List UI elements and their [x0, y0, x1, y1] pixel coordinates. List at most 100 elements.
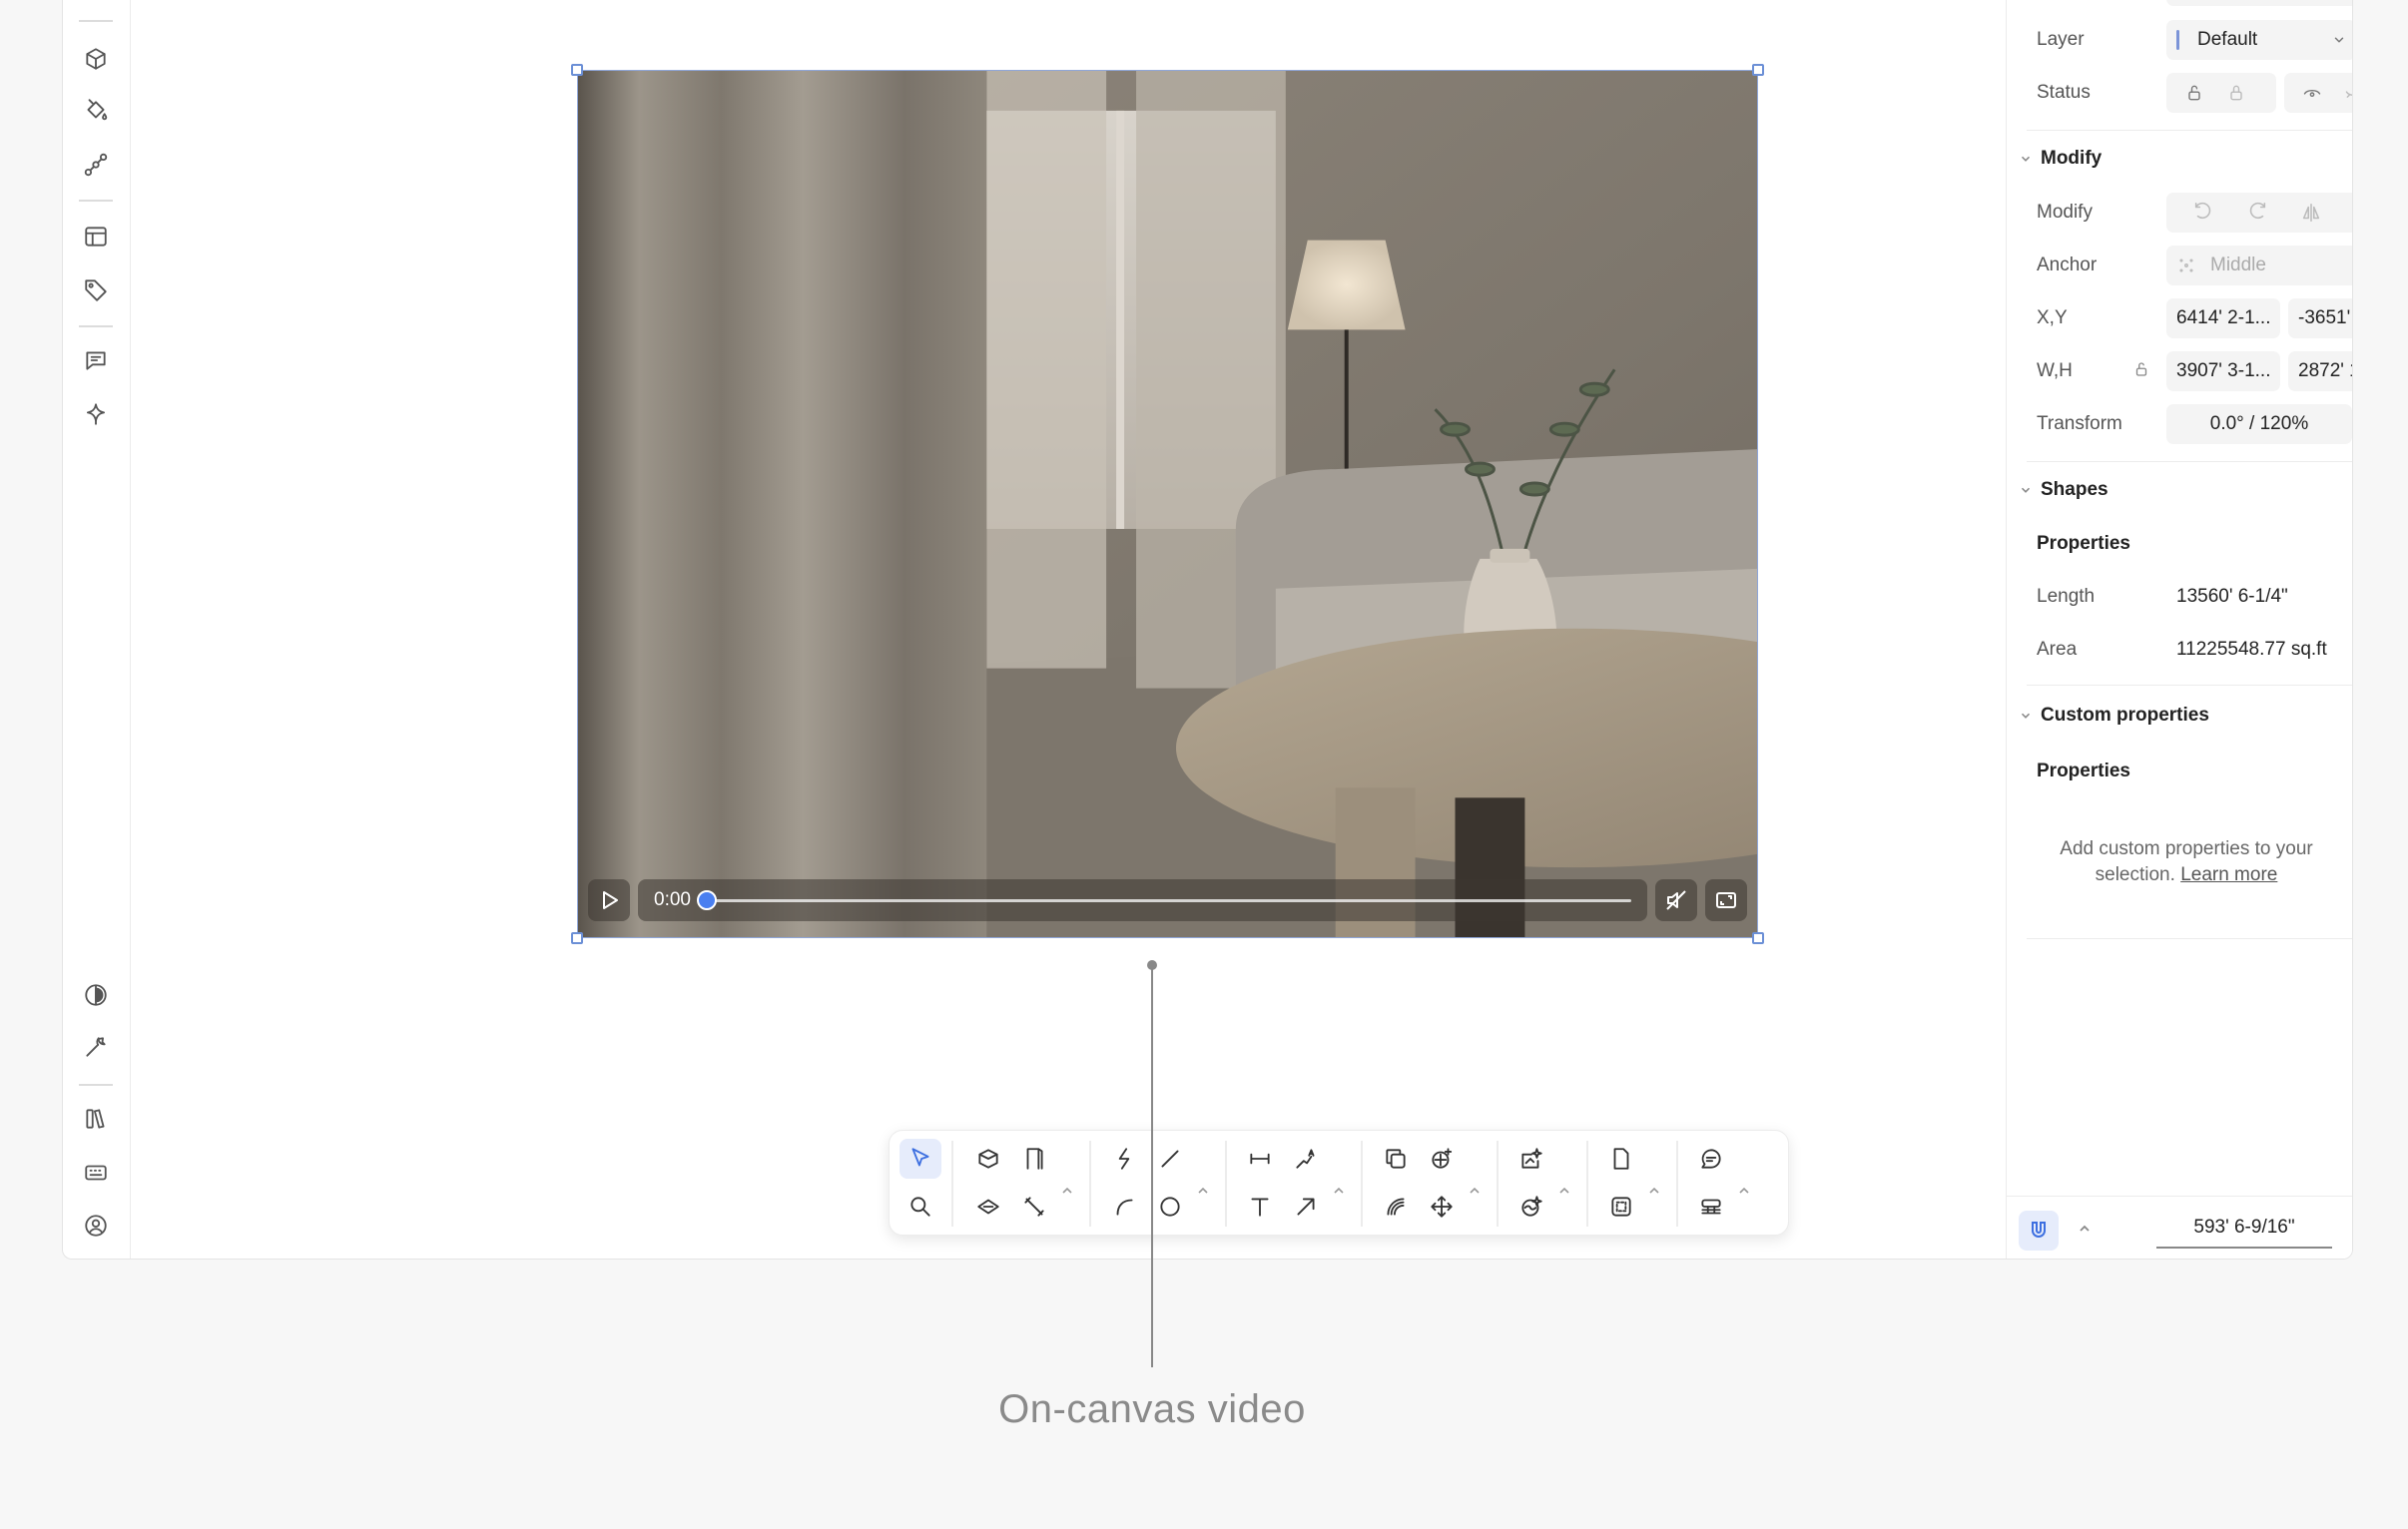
scrubber-knob[interactable] — [696, 889, 717, 910]
chevron-up-icon[interactable] — [1646, 1183, 1662, 1199]
nodes-icon[interactable] — [81, 150, 111, 180]
paint-bucket-icon[interactable] — [81, 96, 111, 126]
play-button[interactable] — [588, 879, 630, 921]
arc-icon — [1116, 1199, 1133, 1216]
layer-select[interactable]: Default — [2166, 20, 2352, 60]
chevron-up-icon[interactable] — [1467, 1183, 1483, 1199]
anchor-grid-icon — [2179, 258, 2193, 272]
box-tool[interactable] — [967, 1139, 1009, 1179]
custom-properties-label: Properties — [2037, 761, 2130, 781]
properties-panel: Layer Default Status Modify Modify Ancho… — [2006, 0, 2352, 1259]
chevron-up-icon[interactable] — [1736, 1183, 1752, 1199]
aspect-lock-icon[interactable] — [2132, 360, 2150, 378]
transform-label: Transform — [2037, 413, 2122, 434]
lightning-tool[interactable] — [1103, 1139, 1145, 1179]
rotate-right-icon[interactable] — [2246, 202, 2268, 224]
chevron-down-icon — [2021, 156, 2031, 162]
canvas[interactable]: 0:00 — [132, 0, 2006, 1259]
chevron-up-icon[interactable] — [1556, 1183, 1572, 1199]
comment-tool[interactable] — [1690, 1139, 1732, 1179]
select-tool[interactable] — [900, 1139, 941, 1179]
ai-image-tool[interactable] — [1510, 1139, 1552, 1179]
zoom-tool[interactable] — [900, 1187, 941, 1227]
move-tool[interactable] — [1421, 1187, 1463, 1227]
add-3d-tool[interactable] — [1421, 1139, 1463, 1179]
cube-icon[interactable] — [81, 44, 111, 74]
snap-distance-input[interactable]: 593' 6-9/16" — [2156, 1209, 2332, 1249]
mute-icon — [1666, 890, 1686, 910]
surface-tool[interactable] — [967, 1187, 1009, 1227]
shapes-section-header[interactable]: Shapes — [2019, 479, 2108, 501]
arc-tool[interactable] — [1103, 1187, 1145, 1227]
frame-tool[interactable] — [1600, 1187, 1642, 1227]
fullscreen-button[interactable] — [1705, 879, 1747, 921]
x-input[interactable]: 6414' 2-1... — [2166, 298, 2280, 338]
comment-icon[interactable] — [81, 345, 111, 375]
area-value: 11225548.77 sq.ft — [2176, 639, 2327, 660]
table-icon[interactable] — [81, 222, 111, 252]
chevron-up-icon[interactable] — [1059, 1183, 1075, 1199]
door-tool[interactable] — [1013, 1139, 1055, 1179]
measure-tool[interactable] — [1013, 1187, 1055, 1227]
learn-more-link[interactable]: Learn more — [2180, 864, 2277, 885]
rotate-left-icon[interactable] — [2192, 202, 2214, 224]
label-tool[interactable] — [1285, 1139, 1327, 1179]
dimension-icon — [1250, 1153, 1270, 1165]
custom-properties-section-header[interactable]: Custom properties — [2019, 705, 2209, 727]
chevron-down-icon — [2334, 37, 2344, 43]
text-icon — [1251, 1198, 1269, 1217]
w-input[interactable]: 3907' 3-1... — [2166, 351, 2280, 391]
chevron-up-icon[interactable] — [1195, 1183, 1211, 1199]
box-icon — [978, 1149, 998, 1169]
chevron-up-icon[interactable] — [2077, 1221, 2093, 1237]
door-icon — [1026, 1148, 1043, 1170]
modify-section-header[interactable]: Modify — [2019, 148, 2102, 170]
video-scrubber[interactable] — [696, 889, 1631, 910]
anchor-label: Anchor — [2037, 255, 2098, 275]
visibility-toggle[interactable] — [2284, 73, 2352, 113]
app-window: 0:00 Layer Default Status Modify Modify … — [62, 0, 2353, 1260]
selection-handle[interactable] — [571, 932, 583, 944]
layer-color-swatch — [2176, 30, 2179, 50]
mute-button[interactable] — [1655, 879, 1697, 921]
arrow-tool[interactable] — [1285, 1187, 1327, 1227]
toolbar-divider — [951, 1141, 953, 1227]
chevron-up-icon[interactable] — [1331, 1183, 1347, 1199]
line-tool[interactable] — [1149, 1139, 1191, 1179]
transform-input[interactable]: 0.0° / 120% — [2166, 404, 2352, 444]
anchor-select[interactable]: Middle — [2166, 246, 2352, 285]
wrench-icon[interactable] — [81, 1032, 111, 1062]
snap-toggle-button[interactable] — [2019, 1211, 2059, 1251]
y-input[interactable]: -3651' 9-... — [2288, 298, 2352, 338]
annotation-line — [1151, 964, 1153, 1367]
video-player[interactable]: 0:00 — [577, 70, 1758, 938]
dimension-tool[interactable] — [1239, 1139, 1281, 1179]
flip-icon[interactable] — [2300, 202, 2322, 224]
circle-tool[interactable] — [1149, 1187, 1191, 1227]
layers-tool[interactable] — [1690, 1187, 1732, 1227]
line-icon — [1161, 1150, 1179, 1168]
anchor-value: Middle — [2210, 255, 2266, 275]
sparkle-icon[interactable] — [81, 399, 111, 429]
page-tool[interactable] — [1600, 1139, 1642, 1179]
lock-toggle[interactable] — [2166, 73, 2276, 113]
user-circle-icon[interactable] — [81, 1211, 111, 1241]
comment-icon — [1701, 1149, 1721, 1169]
keyboard-icon[interactable] — [81, 1158, 111, 1188]
selection-handle[interactable] — [1752, 64, 1764, 76]
copy-icon — [1386, 1149, 1406, 1169]
h-input[interactable]: 2872' 11-... — [2288, 351, 2352, 391]
tag-icon[interactable] — [81, 274, 111, 304]
selection-handle[interactable] — [571, 64, 583, 76]
selection-handle[interactable] — [1752, 932, 1764, 944]
text-tool[interactable] — [1239, 1187, 1281, 1227]
chevron-down-icon — [2021, 487, 2031, 493]
custom-properties-title: Custom properties — [2041, 705, 2209, 726]
rotate-tool[interactable] — [1375, 1187, 1417, 1227]
panel-top-field[interactable] — [2166, 0, 2352, 6]
book-icon[interactable] — [81, 1104, 111, 1134]
section-divider — [2027, 685, 2352, 686]
contrast-icon[interactable] — [81, 980, 111, 1010]
copy-tool[interactable] — [1375, 1139, 1417, 1179]
ai-render-tool[interactable] — [1510, 1187, 1552, 1227]
